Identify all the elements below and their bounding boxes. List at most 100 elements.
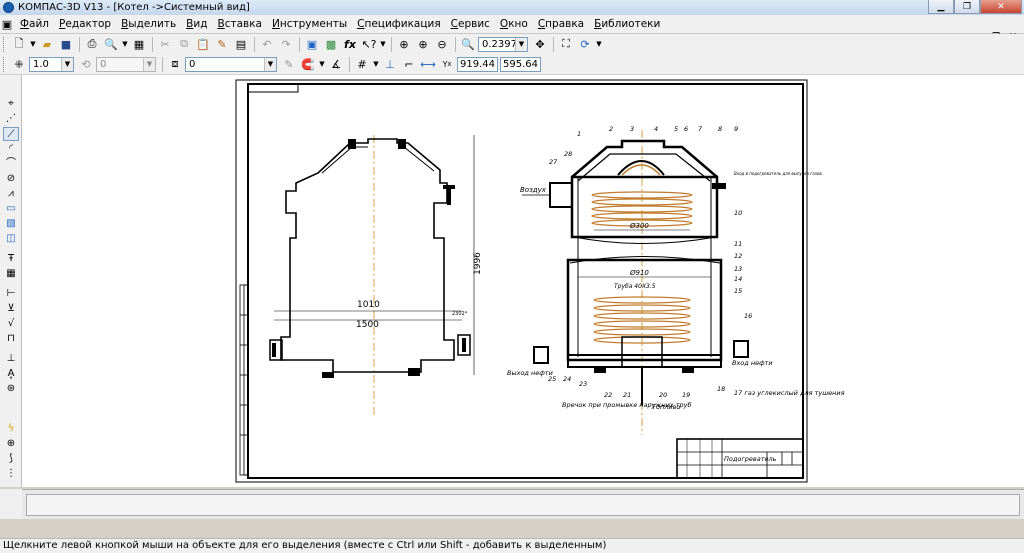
help-pointer-icon[interactable]: ↖? <box>360 36 378 53</box>
grid-dropdown-icon[interactable]: ▼ <box>372 56 380 73</box>
step-dropdown-arrow-icon[interactable]: ▼ <box>61 57 73 71</box>
menu-file[interactable]: Файл <box>15 18 54 30</box>
print-icon[interactable]: ⎙ <box>83 36 101 53</box>
left-strip <box>0 489 22 519</box>
layer-dropdown-arrow-icon[interactable]: ▼ <box>264 57 276 71</box>
geometry-icon[interactable]: ⌖ <box>3 97 19 111</box>
dimensions-icon[interactable]: ⊢ <box>3 287 19 301</box>
view-dropdown-icon[interactable]: ▼ <box>595 36 603 53</box>
variables-icon[interactable]: fx <box>341 36 359 53</box>
layer-combo[interactable]: 0 ▼ <box>185 56 277 72</box>
angle-dropdown-arrow-icon[interactable]: ▼ <box>143 57 155 71</box>
circle-icon[interactable]: ◜ <box>3 142 19 156</box>
round-icon[interactable]: ⟷ <box>419 56 437 73</box>
zoom-in-icon[interactable]: ⊕ <box>414 36 432 53</box>
select-icon[interactable]: ⊛ <box>3 382 19 396</box>
toolbar-grip[interactable] <box>3 56 7 72</box>
kompas-logo-icon <box>3 2 14 13</box>
cursor-x-field[interactable]: 919.44 <box>457 56 498 72</box>
angle-icon[interactable]: ⟲ <box>77 56 95 73</box>
callout-11: 11 <box>734 240 742 248</box>
copy-icon[interactable]: ⧉ <box>175 36 193 53</box>
properties-icon[interactable]: ▤ <box>232 36 250 53</box>
ortho-mode-icon[interactable]: ⌐ <box>400 56 418 73</box>
step-icon[interactable]: ⁜ <box>10 56 28 73</box>
document-icon[interactable]: ▣ <box>0 16 14 33</box>
cursor-y-field[interactable]: 595.64 <box>500 56 541 72</box>
callout-16: 16 <box>744 312 752 320</box>
show-all-icon[interactable]: ⛶ <box>557 36 575 53</box>
snap-dropdown-icon[interactable]: ▼ <box>318 56 326 73</box>
fill-icon[interactable]: ◫ <box>3 232 19 246</box>
preview-dropdown-icon[interactable]: ▼ <box>121 36 129 53</box>
reports-icon[interactable]: ⟆ <box>3 452 19 466</box>
parametrization-icon[interactable]: ⊥ <box>3 352 19 366</box>
paste-icon[interactable]: 📋 <box>194 36 212 53</box>
grid-icon[interactable]: # <box>353 56 371 73</box>
library-manager-icon[interactable]: ▩ <box>322 36 340 53</box>
zoom-out-icon[interactable]: ⊖ <box>433 36 451 53</box>
menu-insert[interactable]: Вставка <box>212 18 267 30</box>
ellipse-icon[interactable]: ⊘ <box>3 172 19 186</box>
redo-icon[interactable]: ↷ <box>277 36 295 53</box>
segment-icon[interactable]: ⟋ <box>3 127 19 141</box>
step-combo[interactable]: 1.0 ▼ <box>29 56 74 72</box>
arc-icon[interactable]: ⌒ <box>3 157 19 171</box>
help-dropdown-icon[interactable]: ▼ <box>379 36 387 53</box>
menu-edit[interactable]: Редактор <box>54 18 116 30</box>
point-icon[interactable]: ⋰ <box>3 112 19 126</box>
snap-magnet-icon[interactable]: 🧲 <box>299 56 317 73</box>
format-painter-icon[interactable]: ✎ <box>213 36 231 53</box>
page-setup-icon[interactable]: ▦ <box>130 36 148 53</box>
refresh-icon[interactable]: ⟳ <box>576 36 594 53</box>
pan-icon[interactable]: ✥ <box>531 36 549 53</box>
menu-view[interactable]: Вид <box>181 18 212 30</box>
properties-field[interactable] <box>26 494 1020 516</box>
zoom-combo[interactable]: 0.2397 ▼ <box>478 36 528 52</box>
label-oil-in: Вход нефти <box>732 359 773 367</box>
undo-icon[interactable]: ↶ <box>258 36 276 53</box>
roughness-icon[interactable]: √ <box>3 317 19 331</box>
close-button[interactable]: ✕ <box>980 0 1022 14</box>
menu-window[interactable]: Окно <box>495 18 533 30</box>
orthogonal-icon[interactable]: ∡ <box>327 56 345 73</box>
save-icon[interactable]: ■ <box>57 36 75 53</box>
menu-service[interactable]: Сервис <box>446 18 495 30</box>
maximize-button[interactable]: ❐ <box>954 0 980 14</box>
zoom-window-icon[interactable]: ⊕ <box>395 36 413 53</box>
minimize-button[interactable]: ▁ <box>928 0 954 14</box>
drawing-area[interactable]: 1010 1500 2302* 1996 Воздух Ø300 Ø910 Тр… <box>22 75 1024 487</box>
menu-help[interactable]: Справка <box>533 18 589 30</box>
hatch-icon[interactable]: ▧ <box>3 217 19 231</box>
layer-edit-icon[interactable]: ✎ <box>280 56 298 73</box>
text-icon[interactable]: Ŧ <box>3 252 19 266</box>
menu-tools[interactable]: Инструменты <box>267 18 352 30</box>
callout-15: 15 <box>734 287 742 295</box>
spec-icon[interactable]: ⊕ <box>3 437 19 451</box>
lightning-icon[interactable]: ϟ <box>3 422 19 436</box>
menu-libraries[interactable]: Библиотеки <box>589 18 665 30</box>
cut-icon[interactable]: ✂ <box>156 36 174 53</box>
preview-icon[interactable]: 🔍 <box>102 36 120 53</box>
polyline-icon[interactable]: ⩘ <box>3 187 19 201</box>
menu-select[interactable]: Выделить <box>116 18 181 30</box>
zoom-dropdown-arrow-icon[interactable]: ▼ <box>515 37 527 51</box>
measure-icon[interactable]: Ḁ <box>3 367 19 381</box>
local-cs-icon[interactable]: ⊥ <box>381 56 399 73</box>
dropdown-arrow-icon[interactable]: ▼ <box>29 36 37 53</box>
menu-specification[interactable]: Спецификация <box>352 18 446 30</box>
zoom-scale-icon[interactable]: 🔍 <box>459 36 477 53</box>
designation-icon[interactable]: ⊻ <box>3 302 19 316</box>
toolbar-grip[interactable] <box>3 36 7 52</box>
layer-icon[interactable]: ⧈ <box>166 56 184 73</box>
angle-combo[interactable]: 0 ▼ <box>96 56 156 72</box>
manager-icon[interactable]: ▣ <box>303 36 321 53</box>
editing-icon[interactable]: ⊓ <box>3 332 19 346</box>
table-icon[interactable]: ▦ <box>3 267 19 281</box>
new-document-icon[interactable]: 🗋 <box>10 36 28 53</box>
insert-icon[interactable]: ⋮ <box>3 467 19 481</box>
drawing-canvas[interactable]: 1010 1500 2302* 1996 Воздух Ø300 Ø910 Тр… <box>22 75 1024 487</box>
rectangle-icon[interactable]: ▭ <box>3 202 19 216</box>
cursor-coords-icon: Yx <box>442 59 452 69</box>
open-folder-icon[interactable]: ▰ <box>38 36 56 53</box>
